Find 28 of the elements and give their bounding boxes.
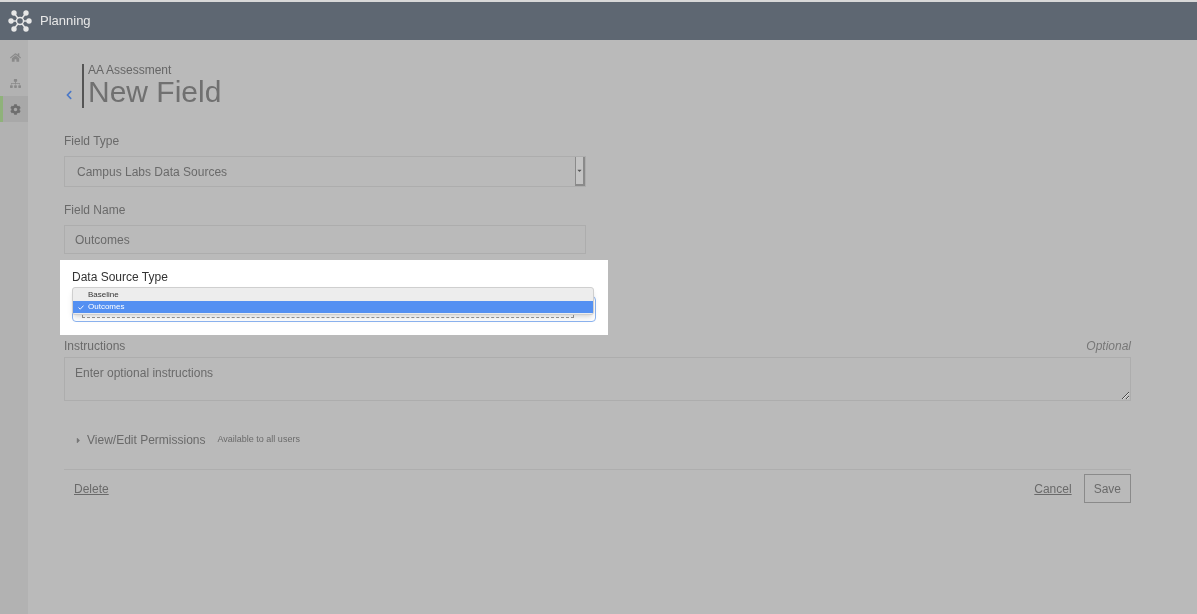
caret-icon <box>74 435 83 445</box>
sitemap-icon <box>10 77 21 89</box>
back-icon <box>64 90 74 100</box>
delete-link[interactable]: Delete <box>74 479 109 498</box>
sidebar-item[interactable] <box>0 96 28 122</box>
field-name-input[interactable]: Outcomes <box>64 225 586 254</box>
permissions-note: Available to all users <box>217 433 300 447</box>
field-label: Instructions <box>64 338 126 355</box>
caret-icon <box>576 167 583 174</box>
check-icon <box>77 304 84 310</box>
field-label: Data Source Type <box>72 270 169 284</box>
optional-note: Optional <box>1086 338 1131 355</box>
permissions-toggle[interactable]: View/Edit Permissions <box>74 431 206 449</box>
cancel-link[interactable]: Cancel <box>1034 479 1072 498</box>
settings-icon <box>10 103 21 115</box>
page-title: New Field <box>88 76 222 108</box>
home-icon <box>10 51 21 63</box>
breadcrumb: AA Assessment <box>88 64 173 76</box>
field-type-select[interactable]: Campus Labs Data Sources <box>64 156 586 187</box>
save-button[interactable]: Save <box>1083 474 1131 503</box>
field-label: Field Type <box>64 133 121 150</box>
dropdown-option[interactable]: Baseline <box>73 289 593 301</box>
field-label: Field Name <box>64 202 127 219</box>
app-title: Planning <box>40 12 91 31</box>
back-button[interactable] <box>64 90 74 100</box>
instructions-field[interactable]: Enter optional instructions <box>64 357 1131 401</box>
dropdown-option[interactable]: Outcomes <box>73 301 593 313</box>
network-logo-icon <box>8 10 32 32</box>
